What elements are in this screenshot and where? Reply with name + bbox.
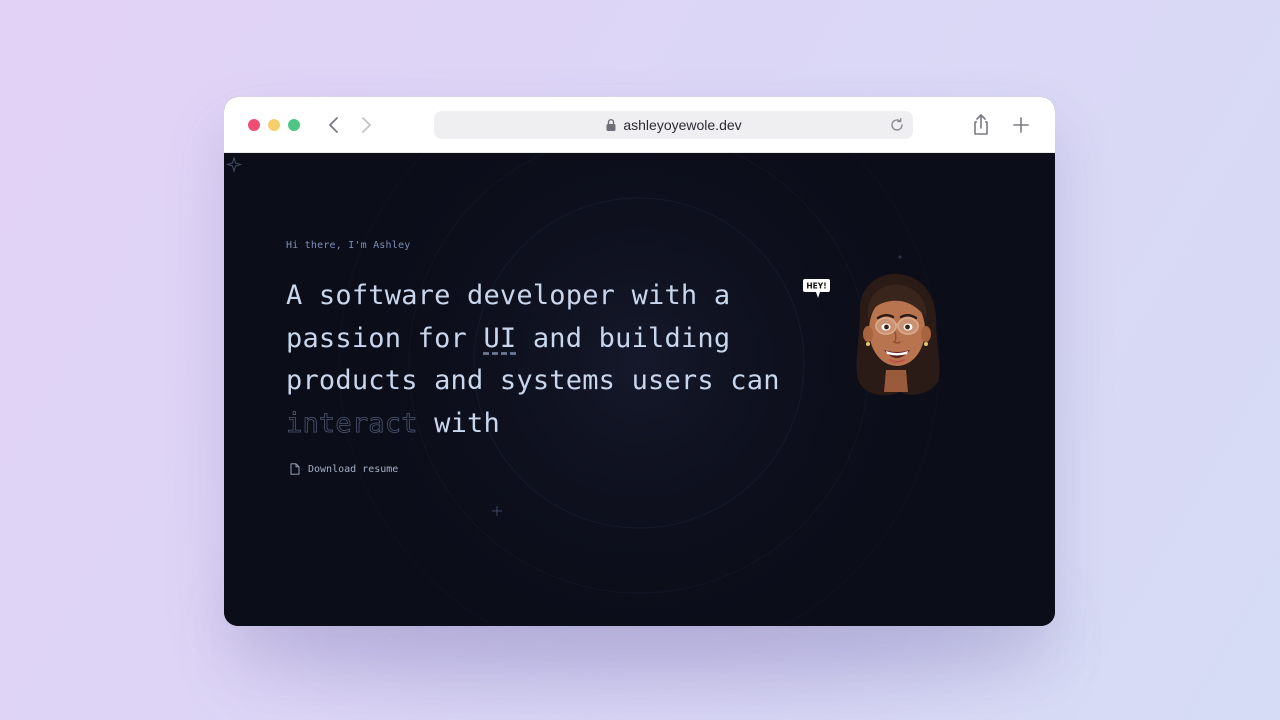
download-resume-link[interactable]: Download resume	[290, 461, 398, 477]
browser-toolbar: ashleyoyewole.dev	[224, 97, 1055, 153]
headline-interact-word: interact	[286, 407, 418, 439]
plus-icon[interactable]	[1011, 115, 1031, 135]
zoom-window-button[interactable]	[288, 119, 300, 131]
chevron-left-icon[interactable]	[324, 114, 344, 136]
memoji-face	[856, 273, 940, 396]
chevron-right-icon[interactable]	[356, 114, 376, 136]
browser-window: ashleyoyewole.dev Hi there, I'm Ashley A…	[224, 97, 1055, 626]
document-icon	[290, 463, 300, 475]
greeting-text: Hi there, I'm Ashley	[286, 240, 411, 251]
close-window-button[interactable]	[248, 119, 260, 131]
address-bar[interactable]: ashleyoyewole.dev	[434, 111, 913, 139]
minimize-window-button[interactable]	[268, 119, 280, 131]
headline-part-3: with	[417, 407, 500, 439]
reload-icon[interactable]	[889, 117, 905, 133]
headline: A software developer with a passion for …	[286, 275, 786, 445]
site-hero: Hi there, I'm Ashley A software develope…	[224, 153, 1055, 626]
url-text: ashleyoyewole.dev	[623, 117, 742, 133]
share-icon[interactable]	[970, 113, 992, 137]
headline-ui-word: UI	[483, 322, 517, 354]
download-resume-label: Download resume	[308, 463, 399, 475]
memoji-avatar: HEY!	[802, 268, 942, 400]
lock-icon	[606, 119, 616, 131]
